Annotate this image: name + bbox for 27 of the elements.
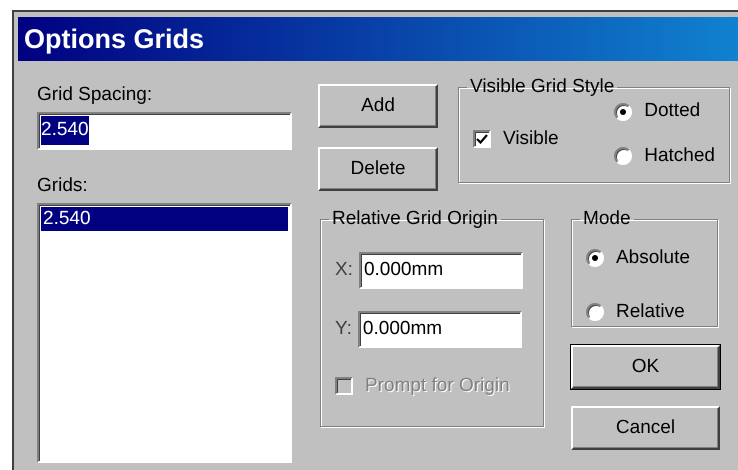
radio-button[interactable]: [586, 248, 604, 267]
dialog-button[interactable]: Cancel: [571, 406, 720, 450]
group-title: Mode: [582, 207, 632, 231]
window-title: Options Grids: [24, 22, 204, 56]
radio-label: Dotted: [644, 99, 700, 124]
radio-button[interactable]: [614, 147, 632, 165]
grid-spacing-field[interactable]: 2.540: [37, 112, 292, 150]
field-label: Y:: [335, 316, 352, 341]
dialog-button[interactable]: Delete: [318, 147, 438, 191]
field-label: Grid Spacing:: [37, 83, 154, 107]
group-title: Relative Grid Origin: [331, 207, 499, 231]
coordinate-field[interactable]: 0.000mm: [358, 310, 522, 348]
radio-button[interactable]: [586, 303, 604, 322]
dialog-button[interactable]: OK: [571, 345, 720, 389]
checkbox-label: Visible: [503, 126, 559, 150]
radio-label: Hatched: [644, 144, 715, 168]
dialog-button[interactable]: Add: [318, 84, 438, 128]
checkbox-label: Prompt for Origin: [365, 374, 510, 398]
radio-button[interactable]: [614, 102, 632, 120]
coordinate-field[interactable]: 0.000mm: [358, 252, 523, 288]
list-item[interactable]: 2.540: [41, 207, 288, 231]
radio-label: Relative: [616, 300, 685, 324]
checkbox[interactable]: [473, 130, 491, 148]
group-title: Visible Grid Style: [469, 75, 616, 99]
list-label: Grids:: [37, 174, 89, 198]
field-label: X:: [335, 258, 353, 282]
radio-label: Absolute: [616, 246, 690, 270]
